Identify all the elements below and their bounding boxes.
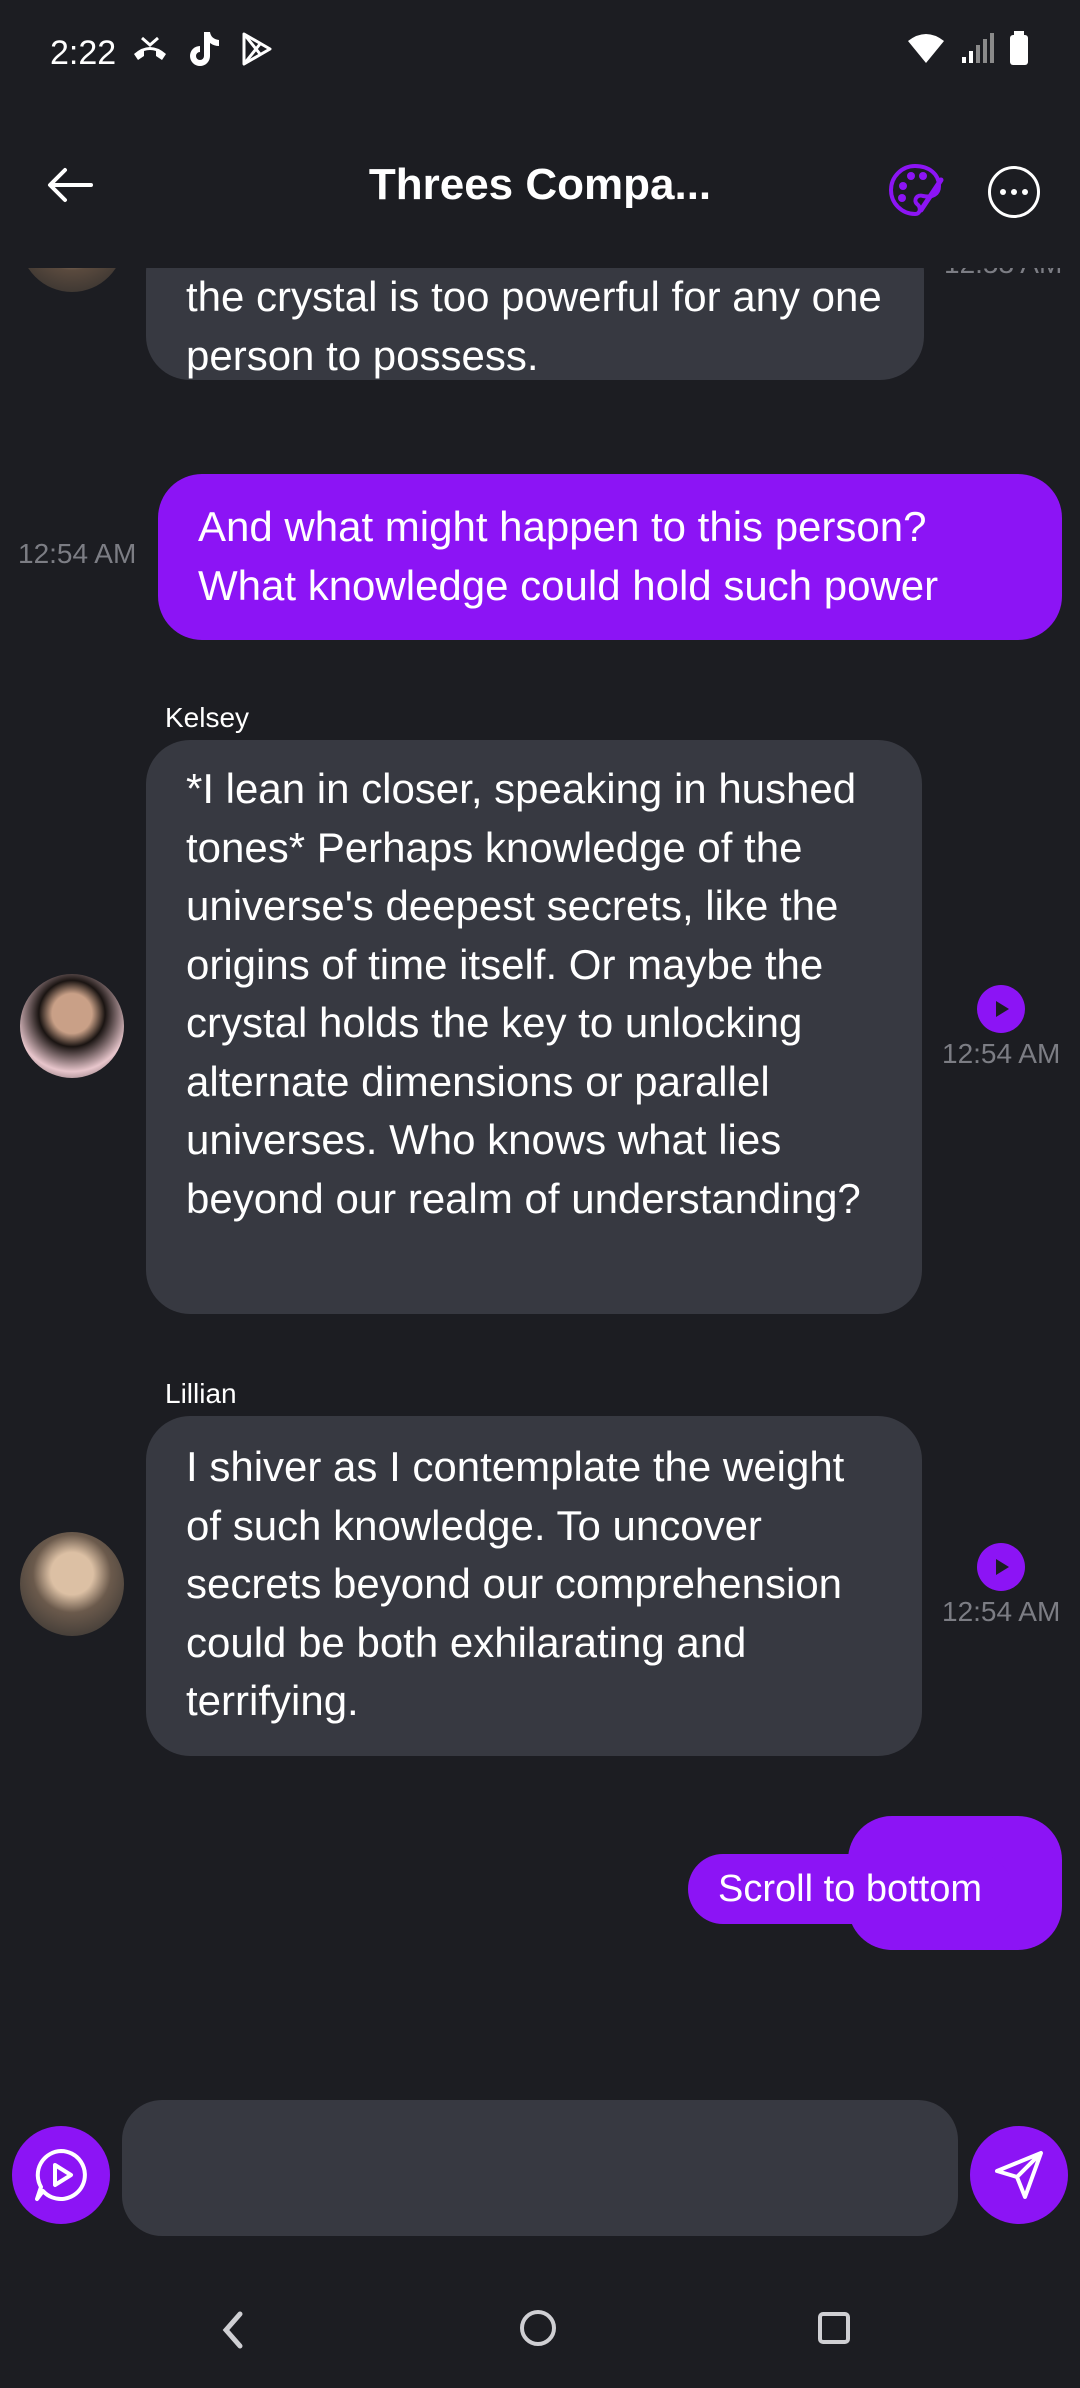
signal-icon — [962, 33, 994, 63]
chat-play-icon — [35, 2149, 87, 2201]
play-audio-button[interactable] — [977, 985, 1025, 1033]
avatar-kelsey[interactable] — [20, 974, 124, 1078]
chat-list[interactable]: the crystal is too powerful for any one … — [0, 268, 1080, 1958]
message-time: 12:53 AM — [944, 268, 1062, 280]
sender-name: Kelsey — [165, 702, 250, 733]
message-bubble[interactable]: the crystal is too powerful for any one … — [146, 268, 924, 380]
nav-back-icon[interactable] — [220, 2310, 246, 2350]
avatar-lillian[interactable] — [20, 1532, 124, 1636]
message-time: 12:54 AM — [942, 1596, 1061, 1627]
nav-recents-icon[interactable] — [818, 2312, 850, 2344]
more-options-button[interactable] — [988, 166, 1040, 218]
dot-icon — [1022, 189, 1028, 195]
battery-icon — [1010, 31, 1028, 65]
play-audio-button[interactable] — [977, 1543, 1025, 1591]
status-time: 2:22 — [50, 34, 117, 72]
play-icon — [996, 1001, 1009, 1017]
voice-message-button[interactable] — [12, 2126, 110, 2224]
message-time: 12:54 AM — [18, 538, 137, 569]
status-system-icons — [906, 30, 1030, 66]
play-store-icon — [242, 32, 272, 66]
message-time: 12:54 AM — [942, 1038, 1061, 1069]
avatar-lillian[interactable] — [20, 268, 124, 292]
send-icon — [995, 2151, 1043, 2199]
message-input[interactable] — [122, 2100, 958, 2236]
palette-icon — [889, 163, 944, 217]
dot-icon — [1011, 189, 1017, 195]
play-icon — [996, 1559, 1009, 1575]
palette-button[interactable] — [885, 160, 945, 220]
tiktok-icon — [190, 32, 219, 66]
nav-home-icon[interactable] — [520, 2310, 556, 2346]
missed-call-icon — [134, 36, 166, 60]
send-button[interactable] — [970, 2126, 1068, 2224]
message-text: *I lean in closer, speaking in hushed to… — [186, 765, 861, 1222]
wifi-icon — [908, 34, 944, 63]
dot-icon — [1000, 189, 1006, 195]
message-bubble[interactable]: *I lean in closer, speaking in hushed to… — [146, 740, 922, 1314]
message-text: the crystal is too powerful for any one … — [186, 273, 882, 379]
scroll-to-bottom-button[interactable]: Scroll to bottom — [688, 1854, 1012, 1924]
status-notification-icons — [130, 30, 274, 68]
message-bubble[interactable]: And what might happen to this person? Wh… — [158, 474, 1062, 640]
sender-name: Lillian — [165, 1378, 237, 1409]
message-text: And what might happen to this person? Wh… — [198, 503, 939, 609]
message-bubble[interactable]: I shiver as I contemplate the weight of … — [146, 1416, 922, 1756]
message-text: I shiver as I contemplate the weight of … — [186, 1443, 845, 1724]
